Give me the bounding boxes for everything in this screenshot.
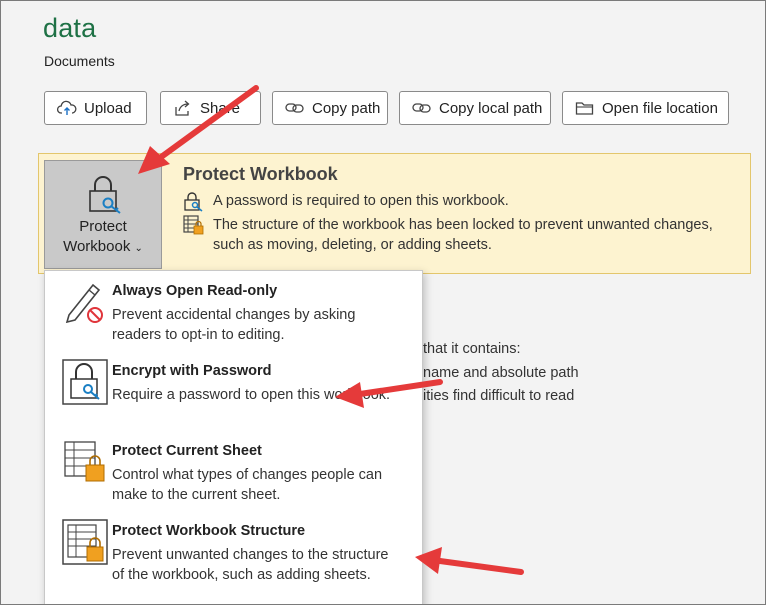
workbook-location: Documents (44, 53, 115, 69)
menu-item-description: Require a password to open this workbook… (112, 387, 391, 403)
menu-item-title: Protect Current Sheet (112, 443, 262, 459)
share-icon (175, 100, 190, 116)
pencil-prohibited-icon (65, 283, 103, 323)
protect-structure-text-1: The structure of the workbook has been l… (213, 217, 713, 233)
chevron-down-icon: ⌄ (134, 243, 143, 254)
protect-structure-text-2: such as moving, deleting, or adding shee… (213, 237, 492, 253)
sheet-lock-icon (64, 441, 105, 482)
menu-item-always-open-read-only[interactable]: Always Open Read-only Prevent accidental… (45, 271, 422, 351)
protect-password-text: A password is required to open this work… (213, 193, 509, 209)
menu-item-description: Prevent accidental changes by asking rea… (112, 307, 356, 343)
upload-label: Upload (84, 99, 132, 117)
link-icon (412, 103, 431, 113)
lock-key-icon (62, 359, 108, 405)
menu-item-title: Protect Workbook Structure (112, 523, 306, 539)
folder-icon (575, 102, 594, 115)
workbook-structure-lock-icon (62, 519, 108, 565)
workbook-title: data (43, 13, 97, 43)
share-label: Share (200, 99, 241, 117)
menu-item-encrypt-with-password[interactable]: Encrypt with Password Require a password… (45, 351, 422, 431)
protect-button-line1: Protect (79, 218, 127, 235)
link-icon (285, 103, 304, 113)
structure-lock-icon (183, 215, 204, 235)
menu-item-description: Control what types of changes people can… (112, 467, 383, 503)
share-button[interactable]: Share (160, 91, 261, 125)
protect-workbook-menu: Always Open Read-only Prevent accidental… (44, 270, 423, 605)
open-file-location-label: Open file location (602, 99, 718, 117)
menu-item-protect-current-sheet[interactable]: Protect Current Sheet Control what types… (45, 431, 422, 511)
open-file-location-button[interactable]: Open file location (562, 91, 729, 125)
protect-workbook-button[interactable]: Protect Workbook ⌄ (44, 160, 162, 269)
menu-item-protect-workbook-structure[interactable]: Protect Workbook Structure Prevent unwan… (45, 511, 422, 591)
inspect-text-line3: ities find difficult to read (423, 388, 575, 404)
menu-item-title: Always Open Read-only (112, 283, 278, 299)
inspect-text-line2: name and absolute path (423, 365, 579, 381)
copy-local-path-button[interactable]: Copy local path (399, 91, 551, 125)
lock-key-small-icon (184, 192, 203, 212)
protect-button-line2: Workbook (63, 238, 131, 255)
copy-local-path-label: Copy local path (439, 99, 543, 117)
menu-item-title: Encrypt with Password (112, 363, 272, 379)
cloud-upload-icon (57, 100, 77, 115)
copy-path-button[interactable]: Copy path (272, 91, 388, 125)
copy-path-label: Copy path (312, 99, 381, 117)
inspect-text-line1: that it contains: (423, 341, 521, 357)
upload-button[interactable]: Upload (44, 91, 147, 125)
arrow-to-workbook-structure (437, 558, 524, 575)
lock-key-icon (89, 176, 121, 214)
menu-item-description: Prevent unwanted changes to the structur… (112, 547, 389, 583)
protect-workbook-heading: Protect Workbook (183, 164, 338, 184)
